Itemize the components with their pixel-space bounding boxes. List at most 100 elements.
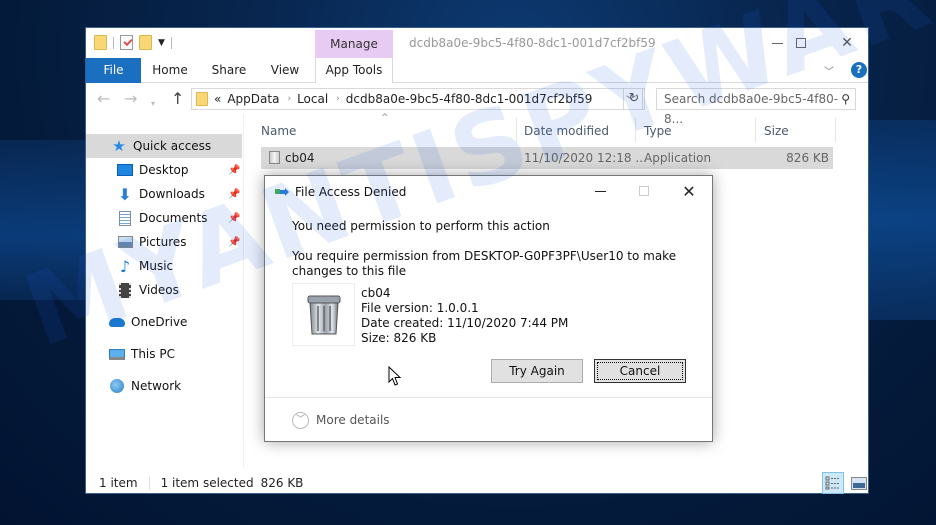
folder-icon	[196, 92, 208, 106]
try-again-button[interactable]: Try Again	[491, 359, 583, 383]
properties-icon[interactable]	[120, 35, 133, 50]
maximize-button[interactable]	[778, 30, 824, 56]
manage-contextual-tab-group: Manage	[315, 30, 393, 58]
sidebar-item-label: Downloads	[139, 187, 205, 201]
sidebar-item-onedrive[interactable]: OneDrive	[86, 310, 242, 334]
file-access-denied-dialog: File Access Denied ✕ You need permission…	[264, 175, 713, 442]
desktop-icon	[117, 162, 133, 178]
sidebar-item-label: Music	[139, 259, 174, 273]
sidebar-item-downloads[interactable]: ⬇ Downloads 📌	[86, 182, 242, 206]
more-details-toggle[interactable]: More details	[316, 413, 390, 427]
dialog-minimize-button[interactable]	[585, 180, 615, 202]
sidebar-item-music[interactable]: ♪ Music	[86, 254, 242, 278]
close-button[interactable]: ✕	[824, 30, 870, 56]
back-arrow-icon[interactable]: ←	[97, 90, 110, 108]
maximize-icon	[796, 38, 806, 48]
large-icons-view-button[interactable]	[848, 472, 870, 494]
tab-app-tools[interactable]: App Tools	[315, 58, 393, 83]
search-input[interactable]: Search dcdb8a0e-9bc5-4f80-8... ⚲	[656, 88, 856, 126]
dialog-message-heading: You need permission to perform this acti…	[292, 219, 550, 233]
folder-icon[interactable]	[94, 35, 107, 50]
file-row[interactable]: cb04 11/10/2020 12:18 ... Application 82…	[261, 147, 833, 169]
file-info: cb04 File version: 1.0.0.1 Date created:…	[361, 286, 568, 346]
column-resize-handle[interactable]	[635, 118, 636, 142]
file-move-icon	[275, 188, 289, 196]
status-separator	[148, 476, 150, 490]
sidebar-item-documents[interactable]: Documents 📌	[86, 206, 242, 230]
tab-view[interactable]: View	[260, 58, 310, 83]
pin-icon[interactable]: 📌	[228, 237, 240, 248]
navigation-bar: ← → ▾ ↑ « AppData › Local › dcdb8a0e-9bc…	[86, 84, 868, 126]
dialog-close-button[interactable]: ✕	[674, 180, 704, 202]
star-icon: ★	[112, 137, 126, 155]
sidebar-item-videos[interactable]: Videos	[86, 278, 242, 302]
sidebar-item-label: Videos	[139, 283, 179, 297]
up-arrow-icon[interactable]: ↑	[171, 90, 184, 108]
column-resize-handle[interactable]	[835, 118, 836, 142]
minimize-icon	[594, 190, 606, 192]
breadcrumb-overflow[interactable]: «	[214, 92, 221, 106]
help-icon[interactable]: ?	[851, 62, 867, 78]
sidebar-item-label: Network	[131, 379, 182, 393]
dialog-title: File Access Denied	[295, 185, 407, 199]
pin-icon[interactable]: 📌	[228, 165, 240, 176]
sidebar-item-this-pc[interactable]: This PC	[86, 342, 242, 366]
file-name: cb04	[285, 151, 315, 165]
expand-ribbon-chevron-icon[interactable]: ﹀	[824, 63, 834, 78]
sidebar-item-label: OneDrive	[131, 315, 188, 329]
sidebar-item-label: Desktop	[139, 163, 189, 177]
expand-chevron-icon[interactable]: ﹀	[292, 412, 309, 429]
pane-divider[interactable]	[243, 114, 244, 468]
breadcrumb-separator[interactable]: ›	[287, 94, 291, 104]
recent-locations-chevron-icon[interactable]: ▾	[151, 95, 155, 113]
dialog-message-detail: You require permission from DESKTOP-G0PF…	[292, 249, 677, 278]
column-resize-handle[interactable]	[755, 118, 756, 142]
breadcrumb-local[interactable]: Local	[297, 92, 328, 106]
file-size: 826 KB	[786, 151, 829, 165]
column-header-date-modified[interactable]: Date modified	[524, 124, 609, 138]
navigation-pane: ★ Quick access Desktop 📌 ⬇ Downloads 📌 D…	[86, 128, 242, 468]
pin-icon[interactable]: 📌	[228, 213, 240, 224]
tab-file[interactable]: File	[86, 58, 141, 83]
file-info-date-created: Date created: 11/10/2020 7:44 PM	[361, 316, 569, 330]
file-date-modified: 11/10/2020 12:18 ...	[524, 151, 647, 165]
column-resize-handle[interactable]	[516, 118, 517, 142]
desktop-background-glow	[0, 140, 86, 300]
search-icon[interactable]: ⚲	[841, 89, 850, 109]
toolbar-separator	[170, 36, 172, 49]
item-count: 1 item	[99, 476, 138, 490]
selection-size: 826 KB	[260, 476, 304, 490]
videos-icon	[117, 282, 133, 298]
file-info-version: File version: 1.0.0.1	[361, 301, 479, 315]
cancel-button[interactable]: Cancel	[594, 359, 686, 383]
forward-arrow-icon[interactable]: →	[124, 90, 137, 108]
breadcrumb-current-folder[interactable]: dcdb8a0e-9bc5-4f80-8dc1-001d7cf2bf59	[346, 92, 593, 106]
close-icon: ✕	[841, 35, 853, 51]
toolbar-separator	[113, 36, 114, 49]
sidebar-item-network[interactable]: Network	[86, 374, 242, 398]
sort-ascending-icon: ^	[381, 113, 389, 123]
breadcrumb-appdata[interactable]: AppData	[227, 92, 279, 106]
desktop-background-glow	[860, 120, 936, 320]
customize-toolbar-dropdown-icon[interactable]: ▼	[158, 38, 165, 48]
new-folder-icon[interactable]	[139, 35, 152, 50]
tab-home[interactable]: Home	[142, 58, 198, 83]
column-header-name[interactable]: Name	[261, 124, 296, 138]
cloud-icon	[109, 314, 125, 330]
breadcrumb-separator[interactable]: ›	[336, 94, 340, 104]
refresh-button[interactable]: ↻	[623, 88, 645, 110]
download-icon: ⬇	[118, 184, 132, 204]
sidebar-item-quick-access[interactable]: ★ Quick access	[86, 134, 242, 158]
pin-icon[interactable]: 📌	[228, 189, 240, 200]
sidebar-item-label: Documents	[139, 211, 208, 225]
column-header-type[interactable]: Type	[644, 124, 672, 138]
file-type: Application	[644, 151, 712, 165]
column-header-size[interactable]: Size	[764, 124, 789, 138]
sidebar-item-pictures[interactable]: Pictures 📌	[86, 230, 242, 254]
tab-share[interactable]: Share	[200, 58, 258, 83]
details-view-button[interactable]	[822, 472, 844, 494]
documents-icon	[117, 210, 133, 226]
file-info-size: Size: 826 KB	[361, 331, 437, 345]
sidebar-item-desktop[interactable]: Desktop 📌	[86, 158, 242, 182]
address-bar[interactable]: « AppData › Local › dcdb8a0e-9bc5-4f80-8…	[191, 88, 643, 110]
